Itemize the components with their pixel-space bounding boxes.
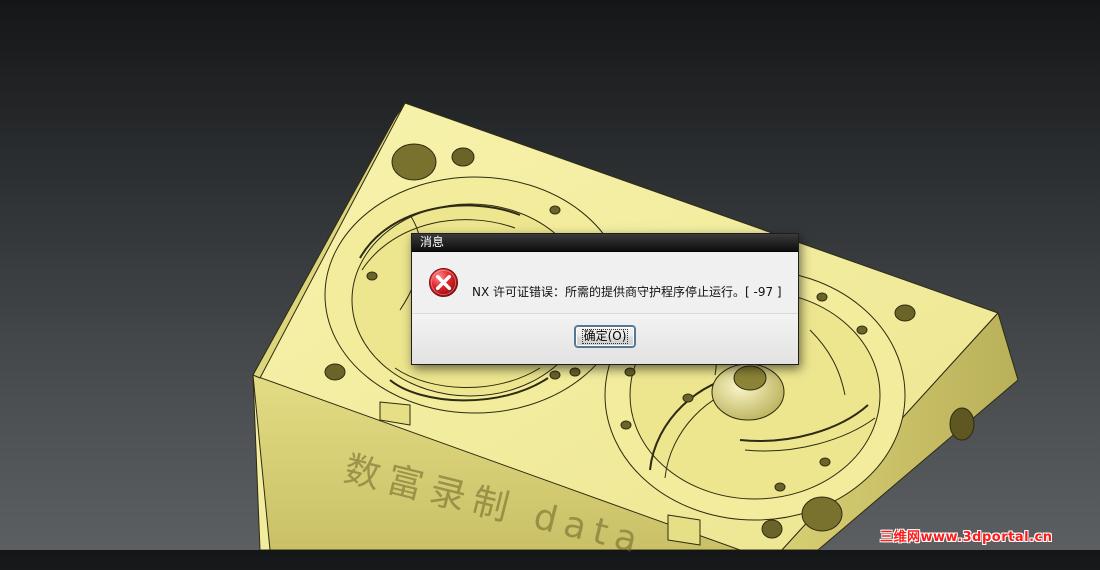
- ok-button[interactable]: 确定(O): [575, 326, 635, 347]
- ok-button-label: 确定(O): [581, 329, 629, 344]
- message-dialog: 消息 NX 许可证错误：所需的提供商守护程序停止运行。[ -97 ] 确定(O): [411, 233, 799, 365]
- slot-bottom: [667, 514, 701, 546]
- error-icon: [428, 267, 459, 298]
- dialog-titlebar[interactable]: 消息: [412, 234, 798, 252]
- dialog-message: NX 许可证错误：所需的提供商守护程序停止运行。[ -97 ]: [472, 285, 782, 299]
- watermark: 三维网www.3dportal.cn: [880, 530, 1053, 545]
- dialog-title: 消息: [420, 235, 445, 249]
